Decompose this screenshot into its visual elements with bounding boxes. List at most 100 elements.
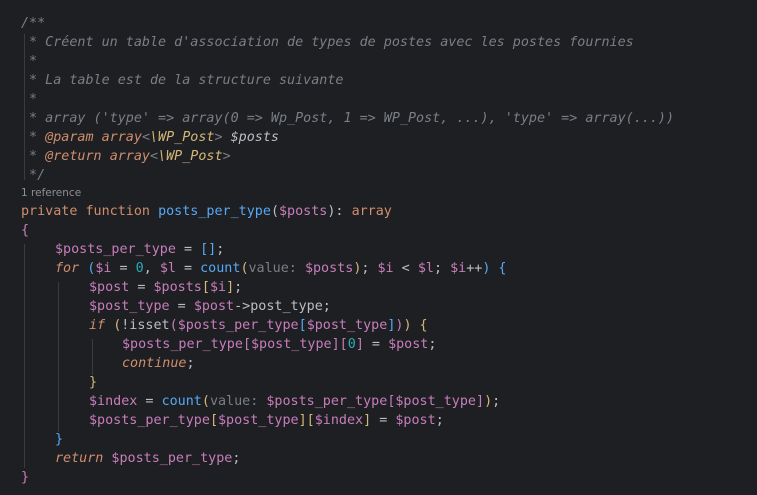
var-i[interactable]: $i <box>450 261 466 276</box>
code-editor[interactable]: /** * Créent un table d'association de t… <box>0 0 757 495</box>
var-i[interactable]: $i <box>378 261 394 276</box>
code-line[interactable]: * La table est de la structure suivante <box>21 71 343 90</box>
bracket: [ <box>298 318 307 333</box>
var-index[interactable]: $index <box>315 413 363 428</box>
code-line[interactable]: continue; <box>122 354 195 373</box>
var-posts-per-type[interactable]: $posts_per_type <box>55 242 176 257</box>
code-line[interactable]: } <box>55 430 63 449</box>
function-call-count[interactable]: count <box>200 261 240 276</box>
code-line[interactable]: * @param array<\WP_Post> $posts <box>21 128 279 147</box>
brace-close: } <box>55 432 64 447</box>
var-posts-per-type[interactable]: $posts_per_type <box>122 337 243 352</box>
bracket: [ <box>201 280 210 295</box>
operator: = <box>129 280 154 295</box>
operator: ++ <box>466 261 483 276</box>
brace-open: { <box>490 261 507 276</box>
code-line[interactable]: if (!isset($posts_per_type[$post_type]))… <box>89 316 428 335</box>
var-post-type[interactable]: $post_type <box>89 299 170 314</box>
doc-return-tag: @return <box>45 149 102 164</box>
code-line[interactable]: for ($i = 0, $l = count(value: $posts); … <box>55 259 507 278</box>
doc-comment-star: * <box>21 149 46 164</box>
var-posts[interactable]: $posts <box>305 261 353 276</box>
code-line[interactable]: * <box>21 90 37 109</box>
function-call-count[interactable]: count <box>162 394 202 409</box>
code-line[interactable]: $posts_per_type[$post_type][$index] = $p… <box>89 411 444 430</box>
references-hint[interactable]: 1 reference <box>21 186 81 201</box>
bracket: ][ <box>331 337 348 352</box>
operator: = <box>175 242 201 257</box>
code-line[interactable]: * <box>21 52 37 71</box>
var-index[interactable]: $index <box>89 394 137 409</box>
code-line[interactable]: } <box>21 468 29 487</box>
parameter-hint: value: <box>248 261 305 276</box>
number: 0 <box>135 261 144 276</box>
return-type: array <box>351 204 392 219</box>
operator: = <box>169 299 194 314</box>
indent-guide <box>58 282 59 432</box>
code-line[interactable]: * @return array<\WP_Post> <box>21 147 231 166</box>
semicolon: ; <box>433 261 451 276</box>
var-i[interactable]: $i <box>210 280 226 295</box>
isset-call: !isset <box>121 318 170 333</box>
code-line[interactable]: $posts_per_type[$post_type][0] = $post; <box>122 335 436 354</box>
doc-generic-gt: > <box>222 149 231 164</box>
bracket: [ <box>242 337 251 352</box>
code-line[interactable]: return $posts_per_type; <box>55 449 240 468</box>
doc-param-tag: @param <box>45 130 94 145</box>
brace-close: } <box>21 470 30 485</box>
function-name[interactable]: posts_per_type <box>158 204 271 219</box>
code-line[interactable]: private function posts_per_type($posts):… <box>21 202 392 221</box>
var-post[interactable]: $post <box>395 413 435 428</box>
paren: ( <box>169 318 178 333</box>
keyword-continue: continue <box>122 356 187 371</box>
code-line[interactable]: * Créent un table d'association de types… <box>21 33 634 52</box>
code-line[interactable]: * array ('type' => array(0 => Wp_Post, 1… <box>21 109 674 128</box>
code-line[interactable]: $post = $posts[$i]; <box>89 278 242 297</box>
var-posts-per-type[interactable]: $posts_per_type <box>266 394 387 409</box>
var-posts-per-type[interactable]: $posts_per_type <box>178 318 299 333</box>
code-line[interactable]: $index = count(value: $posts_per_type[$p… <box>89 392 500 411</box>
var-post-type[interactable]: $post_type <box>395 394 476 409</box>
number: 0 <box>347 337 356 352</box>
paren: ) <box>403 318 412 333</box>
paren: ( <box>270 204 279 219</box>
code-line[interactable]: { <box>21 221 29 240</box>
doc-comment-blank: * <box>21 92 38 107</box>
paren: ) <box>484 394 493 409</box>
operator: = <box>175 261 201 276</box>
doc-param-class[interactable]: \WP_Post <box>150 130 215 145</box>
indent-guide <box>24 244 25 468</box>
code-line[interactable]: */ <box>21 166 45 185</box>
doc-comment-open: /** <box>21 16 46 31</box>
var-i[interactable]: $i <box>95 261 111 276</box>
var-l[interactable]: $l <box>160 261 176 276</box>
doc-comment-star: * <box>21 130 46 145</box>
var-posts-per-type[interactable]: $posts_per_type <box>89 413 210 428</box>
var-post[interactable]: $post <box>388 337 428 352</box>
bracket: [ <box>209 413 218 428</box>
var-post-type[interactable]: $post_type <box>251 337 332 352</box>
operator: < <box>393 261 418 276</box>
var-posts[interactable]: $posts <box>154 280 202 295</box>
code-line[interactable]: $posts_per_type = []; <box>55 240 224 259</box>
code-line[interactable]: $post_type = $post->post_type; <box>89 297 331 316</box>
bracket: ] <box>476 394 485 409</box>
var-post-type[interactable]: $post_type <box>218 413 299 428</box>
keyword-return: return <box>55 451 104 466</box>
var-post-type[interactable]: $post_type <box>307 318 388 333</box>
code-line[interactable]: /** <box>21 14 45 33</box>
semicolon: ; <box>232 451 241 466</box>
var-l[interactable]: $l <box>418 261 434 276</box>
keyword-for: for <box>55 261 80 276</box>
var-posts-per-type[interactable]: $posts_per_type <box>103 451 232 466</box>
doc-return-class[interactable]: \WP_Post <box>158 149 223 164</box>
paren: ( <box>240 261 249 276</box>
var-post[interactable]: $post <box>89 280 129 295</box>
var-post[interactable]: $post <box>194 299 234 314</box>
code-line[interactable]: } <box>89 373 97 392</box>
param-posts[interactable]: $posts <box>279 204 327 219</box>
bracket: ][ <box>298 413 315 428</box>
doc-comment-text: * array ('type' => array(0 => Wp_Post, 1… <box>21 111 675 126</box>
semicolon: ; <box>186 356 195 371</box>
brace-open: { <box>21 223 30 238</box>
